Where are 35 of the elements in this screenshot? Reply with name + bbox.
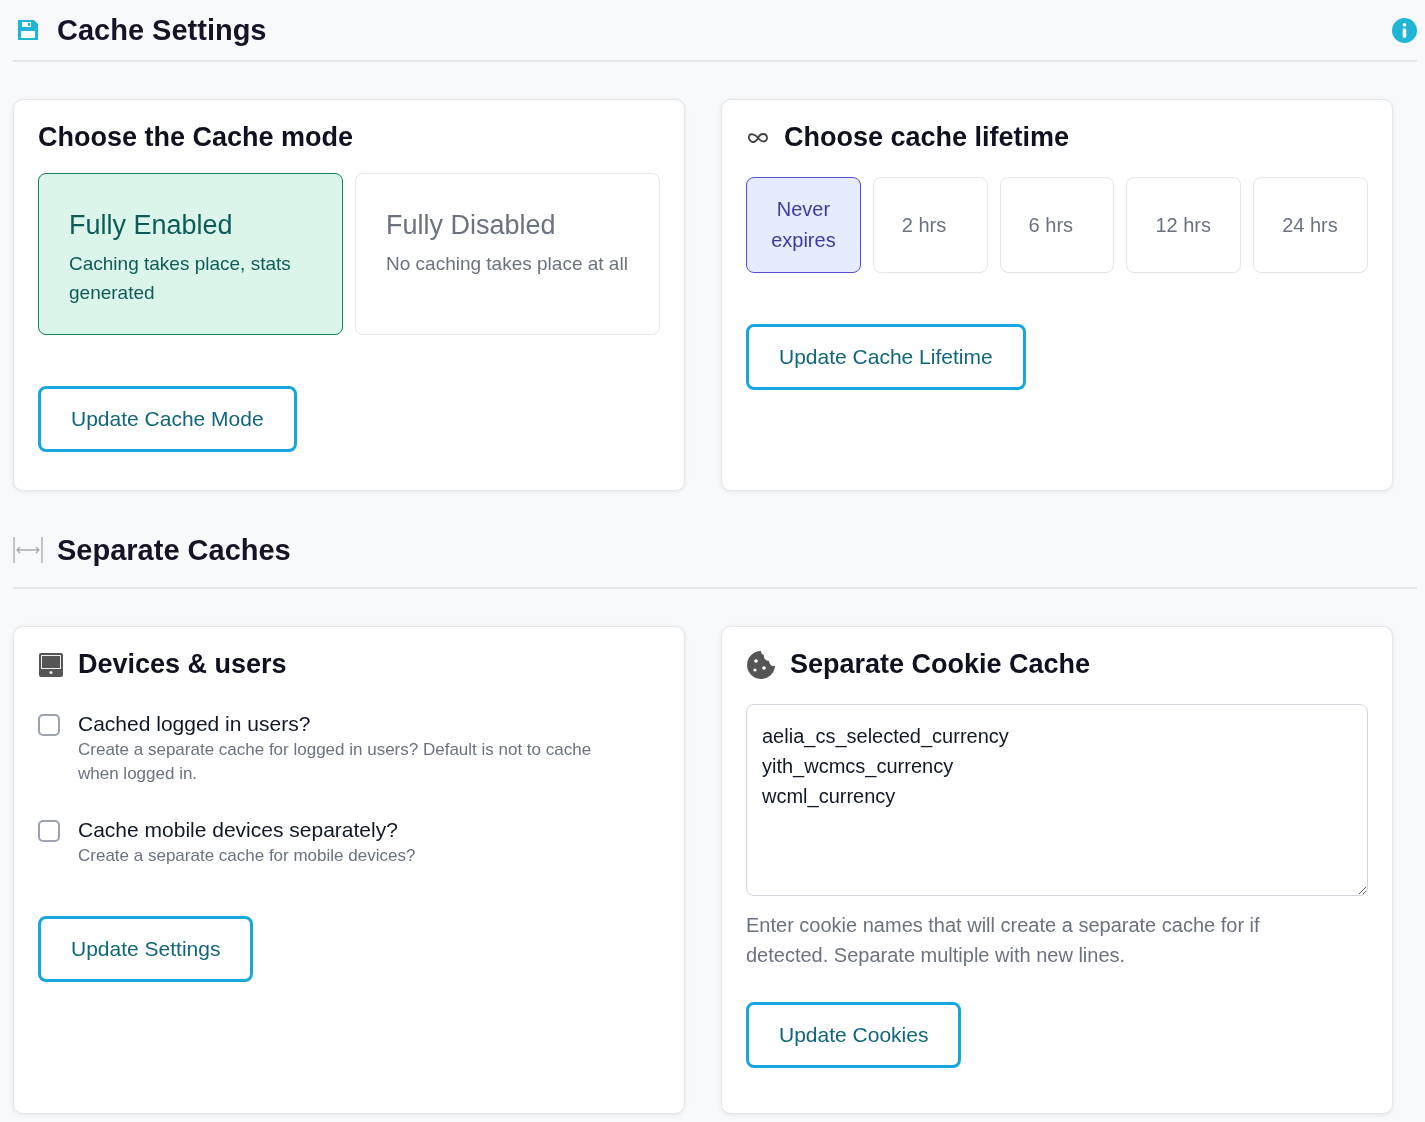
lifetime-option[interactable]: 12 hrs (1126, 177, 1242, 273)
card-title: Choose cache lifetime (784, 122, 1070, 153)
lifetime-option[interactable]: Never expires (746, 177, 861, 273)
checkbox[interactable] (38, 820, 60, 842)
mode-description: No caching takes place at all (386, 252, 629, 276)
update-mode-button[interactable]: Update Cache Mode (38, 386, 297, 452)
save-icon (17, 19, 39, 41)
cookie-names-field[interactable]: aelia_cs_selected_currency yith_wcmcs_currency wcml_currency (746, 704, 1368, 896)
card-title: Choose the Cache mode (38, 122, 354, 153)
mode-option[interactable]: Fully Enabled Caching takes place, stats generated (38, 173, 343, 335)
update-lifetime-button[interactable]: Update Cache Lifetime (746, 324, 1026, 390)
cookie-icon (746, 649, 776, 680)
update-settings-button[interactable]: Update Settings (38, 916, 254, 982)
option-description: Create a separate cache for mobile devices? (78, 845, 416, 867)
lifetime-option[interactable]: 6 hrs (999, 177, 1115, 273)
help-text: Enter cookie names that will create a separate cache for if detected. Separate multiple with new lines. (746, 913, 1261, 968)
mode-option[interactable]: Fully Disabled No caching takes place at all (355, 173, 660, 335)
infinity-icon (746, 131, 770, 144)
option-label: Cached logged in users? (78, 712, 312, 736)
option-label: Cache mobile devices separately? (78, 818, 399, 842)
monitor-icon (38, 651, 64, 678)
mode-title: Fully Enabled (69, 210, 234, 241)
update-cookies-button[interactable]: Update Cookies (746, 1002, 962, 1068)
page-title: Cache Settings (57, 13, 267, 47)
info-icon[interactable] (1392, 17, 1417, 43)
card-title: Separate Cookie Cache (790, 649, 1091, 680)
lifetime-option[interactable]: 24 hrs (1253, 177, 1368, 273)
card-title: Devices & users (78, 649, 287, 680)
mode-title: Fully Disabled (386, 210, 557, 241)
option-description: Create a separate cache for logged in users? Default is not to cache when logged in. (78, 739, 593, 785)
horizontal-arrows-icon (13, 536, 43, 564)
section-title: Separate Caches (57, 533, 291, 567)
mode-description: Caching takes place, stats generated (69, 252, 292, 305)
checkbox[interactable] (38, 714, 60, 736)
lifetime-option[interactable]: 2 hrs (872, 177, 988, 273)
